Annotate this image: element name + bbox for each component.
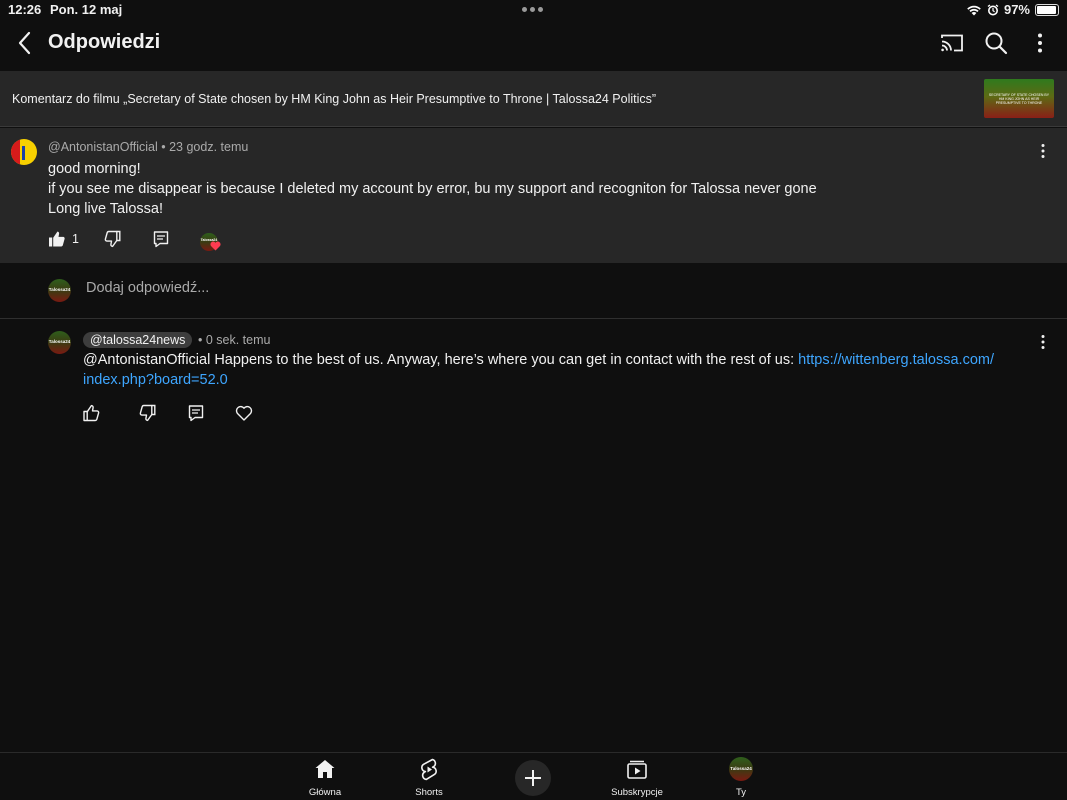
create-button[interactable]	[515, 760, 551, 796]
add-reply-bar: Talossa24	[0, 263, 1067, 319]
commenter-avatar[interactable]	[11, 139, 37, 165]
comment-body: good morning! if you see me disappear is…	[48, 159, 817, 219]
nav-shorts[interactable]: Shorts	[394, 757, 464, 798]
comment-line: if you see me disappear is because I del…	[48, 181, 817, 197]
video-caption: Komentarz do filmu „Secretary of State c…	[12, 92, 657, 106]
nav-you[interactable]: Talossa24 Ty	[706, 757, 776, 798]
reply-time-wrapper: • 0 sek. temu	[198, 333, 271, 347]
reply-comment-icon	[153, 231, 169, 248]
status-right: 97%	[966, 2, 1059, 17]
video-thumbnail-text: SECRETARY OF STATE CHOSEN BY HM KING JOH…	[988, 93, 1050, 105]
cast-icon[interactable]	[937, 28, 967, 58]
reply-author-badge[interactable]: @talossa24news	[83, 332, 193, 348]
comment-author[interactable]: @AntonistanOfficial	[48, 140, 158, 154]
status-bar: 12:26 Pon. 12 maj 97%	[0, 0, 1067, 20]
alarm-icon	[987, 3, 999, 15]
thumbs-down-icon	[104, 230, 121, 248]
back-icon[interactable]	[10, 28, 40, 58]
wifi-icon	[967, 5, 981, 15]
thumbs-up-icon	[83, 404, 100, 422]
add-reply-input[interactable]	[86, 280, 486, 296]
bottom-navigation: Główna Shorts Subskrypcje Talossa24 Ty	[0, 752, 1067, 800]
status-time: 12:26	[8, 2, 42, 17]
thumbs-down-icon	[139, 404, 156, 422]
reply-comment-icon	[188, 405, 204, 422]
reply-time: 0 sek. temu	[205, 333, 271, 347]
dislike-button[interactable]	[103, 230, 121, 248]
reply-dislike-button[interactable]	[138, 404, 156, 422]
reply-comment: Talossa24 @talossa24news • 0 sek. temu @…	[0, 320, 1067, 430]
comment-line: good morning!	[48, 161, 141, 177]
reply-reply-button[interactable]	[187, 404, 205, 422]
battery-icon	[1035, 3, 1059, 16]
shorts-icon	[421, 758, 437, 781]
parent-comment: @AntonistanOfficial • 23 godz. temu good…	[0, 128, 1067, 263]
user-avatar: Talossa24	[48, 279, 71, 302]
heart-icon	[235, 405, 253, 421]
nav-you-label: Ty	[735, 787, 747, 798]
video-context-bar[interactable]: Komentarz do filmu „Secretary of State c…	[0, 71, 1067, 127]
nav-home[interactable]: Główna	[290, 757, 360, 798]
reply-heart-button[interactable]	[235, 404, 253, 422]
comment-line: Long live Talossa!	[48, 201, 164, 217]
more-vertical-icon[interactable]	[1025, 28, 1055, 58]
nav-subscriptions-label: Subskrypcje	[611, 787, 663, 798]
comment-time: 23 godz. temu	[169, 140, 249, 154]
like-count: 1	[72, 232, 79, 246]
reply-more-icon[interactable]	[1033, 332, 1053, 352]
multitasking-dots-icon[interactable]	[522, 7, 543, 12]
heart-filled-icon	[210, 241, 221, 251]
plus-icon	[525, 770, 541, 786]
nav-you-avatar: Talossa24	[729, 757, 753, 781]
reply-button[interactable]	[152, 230, 170, 248]
reply-like-button[interactable]	[83, 404, 101, 422]
top-bar: Odpowiedzi	[0, 20, 1067, 70]
creator-heart-badge: Talossa24	[200, 233, 221, 251]
reply-body: @AntonistanOfficial Happens to the best …	[83, 350, 1048, 390]
nav-subscriptions[interactable]: Subskrypcje	[602, 757, 672, 798]
search-icon[interactable]	[981, 28, 1011, 58]
thumbs-up-filled-icon	[49, 231, 65, 247]
comment-more-icon[interactable]	[1033, 141, 1053, 161]
reply-text: @AntonistanOfficial Happens to the best …	[83, 352, 799, 368]
nav-home-label: Główna	[308, 787, 342, 798]
page-title: Odpowiedzi	[48, 31, 161, 53]
subscriptions-icon	[627, 760, 647, 779]
home-icon	[315, 760, 335, 778]
battery-percent: 97%	[1003, 2, 1030, 17]
reply-author-avatar[interactable]: Talossa24	[48, 331, 71, 354]
status-date: Pon. 12 maj	[50, 2, 123, 17]
nav-shorts-label: Shorts	[415, 787, 443, 798]
like-button[interactable]: 1	[48, 230, 79, 248]
video-thumbnail[interactable]: SECRETARY OF STATE CHOSEN BY HM KING JOH…	[984, 79, 1054, 118]
comment-meta: @AntonistanOfficial • 23 godz. temu	[48, 140, 249, 154]
